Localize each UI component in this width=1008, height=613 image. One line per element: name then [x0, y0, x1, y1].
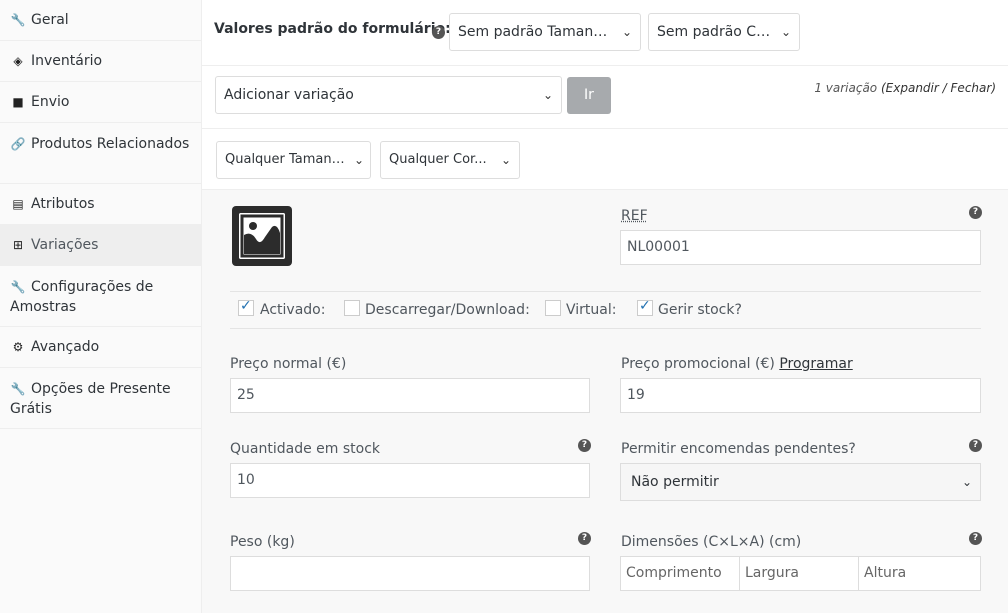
downloadable-label: Descarregar/Download:	[365, 302, 530, 318]
help-icon[interactable]: ?	[969, 532, 982, 545]
go-button[interactable]: Ir	[567, 77, 611, 114]
variation-actions-bar: Adicionar variação ⌄ Ir 1 variação (Expa…	[202, 67, 1008, 129]
sale-price-label-text: Preço promocional (€)	[621, 356, 775, 372]
regular-price-label: Preço normal (€)	[230, 356, 347, 372]
dimensions-inputs: Comprimento Largura Altura	[620, 556, 981, 591]
tab-label: Geral	[31, 12, 69, 28]
select-value: Adicionar variação	[224, 87, 354, 103]
checkmark-icon: ✓	[639, 298, 651, 314]
default-values-label: Valores padrão do formulário:	[214, 21, 451, 37]
length-input[interactable]: Comprimento	[620, 556, 740, 591]
help-icon[interactable]: ?	[578, 532, 591, 545]
wrench-icon: 🔧	[10, 382, 26, 396]
tab-label: Avançado	[31, 339, 100, 355]
tab-label: Opções de Presente Grátis	[10, 381, 171, 417]
chevron-down-icon: ⌄	[500, 153, 511, 167]
checkmark-icon: ✓	[240, 298, 252, 314]
variation-options-row: ✓ Activado: Descarregar/Download: Virtua…	[230, 291, 981, 328]
gear-icon: ⚙	[12, 340, 24, 354]
tab-shipping[interactable]: ■ Envio	[0, 82, 201, 123]
width-input[interactable]: Largura	[739, 556, 859, 591]
variations-panel: Valores padrão do formulário: ? Sem padr…	[202, 0, 1008, 613]
sale-price-input[interactable]: 19	[620, 378, 981, 413]
variation-color-select[interactable]: Qualquer Cor... ⌄	[380, 141, 520, 179]
select-value: Não permitir	[631, 474, 719, 490]
grid-icon: ⊞	[12, 238, 24, 252]
tab-variations[interactable]: ⊞ Variações	[0, 225, 201, 266]
wrench-icon: 🔧	[10, 280, 26, 294]
virtual-checkbox[interactable]	[545, 300, 561, 316]
default-size-select[interactable]: Sem padrão Tamanho... ⌄	[449, 13, 641, 51]
variation-count: 1 variação (Expandir / Fechar)	[814, 81, 996, 95]
height-input[interactable]: Altura	[858, 556, 981, 591]
default-color-select[interactable]: Sem padrão Cor... ⌄	[648, 13, 800, 51]
variation-action-select[interactable]: Adicionar variação ⌄	[215, 76, 562, 114]
stock-qty-label: Quantidade em stock	[230, 441, 380, 457]
schedule-link[interactable]: Programar	[779, 356, 852, 372]
tab-attributes[interactable]: ▤ Atributos	[0, 184, 201, 225]
help-icon[interactable]: ?	[969, 206, 982, 219]
tab-label: Produtos Relacionados	[31, 136, 190, 152]
link-separator: /	[942, 81, 947, 95]
weight-label: Peso (kg)	[230, 534, 295, 550]
manage-stock-checkbox[interactable]: ✓	[637, 298, 653, 316]
tab-label: Inventário	[31, 53, 103, 69]
backorders-select[interactable]: Não permitir ⌄	[620, 463, 981, 501]
chevron-down-icon: ⌄	[542, 88, 553, 102]
close-link[interactable]: Fechar	[951, 81, 992, 95]
tab-label: Variações	[31, 237, 99, 253]
chevron-down-icon: ⌄	[961, 475, 972, 489]
variation-details: REF ? NL00001 ✓ Activado: Descarregar/Do…	[202, 190, 1008, 613]
link-icon: 🔗	[10, 137, 26, 151]
variation-size-select[interactable]: Qualquer Tamanho... ⌄	[216, 141, 371, 179]
tab-advanced[interactable]: ⚙ Avançado	[0, 327, 201, 368]
sku-input[interactable]: NL00001	[620, 230, 981, 265]
help-icon[interactable]: ?	[578, 439, 591, 452]
enabled-label: Activado:	[260, 302, 326, 318]
chevron-down-icon: ⌄	[353, 153, 364, 167]
weight-input[interactable]	[230, 556, 590, 591]
downloadable-checkbox[interactable]	[344, 300, 360, 316]
tab-general[interactable]: 🔧 Geral	[0, 0, 201, 41]
tab-label: Atributos	[31, 196, 95, 212]
tab-gift-options[interactable]: 🔧 Opções de Presente Grátis	[0, 368, 201, 429]
tag-icon: ◈	[13, 54, 23, 68]
tab-sample-settings[interactable]: 🔧 Configurações de Amostras	[0, 266, 201, 327]
select-value: Qualquer Cor...	[389, 152, 487, 167]
divider	[230, 328, 981, 329]
manage-stock-label: Gerir stock?	[658, 302, 742, 318]
virtual-label: Virtual:	[566, 302, 617, 318]
expand-link[interactable]: Expandir	[886, 81, 939, 95]
tab-label: Configurações de Amostras	[10, 279, 154, 315]
backorders-label: Permitir encomendas pendentes?	[621, 441, 856, 457]
truck-icon: ■	[12, 95, 24, 109]
stock-qty-input[interactable]: 10	[230, 463, 590, 498]
chevron-down-icon: ⌄	[621, 25, 632, 39]
product-data-tabs: 🔧 Geral ◈ Inventário ■ Envio 🔗 Produtos Rela…	[0, 0, 202, 613]
select-value: Sem padrão Cor...	[657, 24, 783, 40]
variation-header: Qualquer Tamanho... ⌄ Qualquer Cor... ⌄	[202, 130, 1008, 190]
tab-inventory[interactable]: ◈ Inventário	[0, 41, 201, 82]
count-text: 1 variação	[814, 81, 878, 95]
chevron-down-icon: ⌄	[780, 25, 791, 39]
select-value: Qualquer Tamanho...	[225, 152, 361, 167]
sale-price-label: Preço promocional (€) Programar	[621, 356, 853, 372]
default-values-bar: Valores padrão do formulário: ? Sem padr…	[202, 0, 1008, 66]
help-icon[interactable]: ?	[432, 26, 445, 39]
enabled-checkbox[interactable]: ✓	[238, 298, 254, 316]
select-value: Sem padrão Tamanho...	[458, 24, 624, 40]
sku-label: REF	[621, 208, 648, 224]
wrench-icon: 🔧	[10, 13, 26, 27]
tab-label: Envio	[31, 94, 70, 110]
dimensions-label: Dimensões (C×L×A) (cm)	[621, 534, 802, 550]
list-table-icon: ▤	[12, 197, 24, 211]
regular-price-input[interactable]: 25	[230, 378, 590, 413]
image-placeholder-icon	[239, 213, 285, 259]
tab-linked-products[interactable]: 🔗 Produtos Relacionados	[0, 123, 201, 184]
help-icon[interactable]: ?	[969, 439, 982, 452]
variation-image-upload[interactable]	[232, 206, 292, 266]
